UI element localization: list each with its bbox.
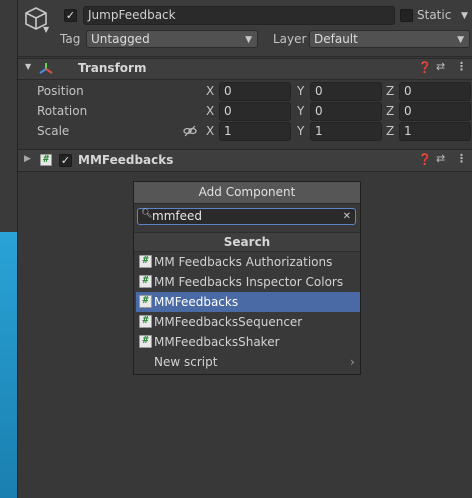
- component-title: MMFeedbacks: [78, 153, 174, 167]
- scene-view-top: [0, 0, 17, 232]
- position-z-field[interactable]: 0: [399, 82, 471, 101]
- more-options-icon[interactable]: ⋮: [456, 152, 467, 165]
- static-dropdown-arrow[interactable]: ▼: [461, 11, 468, 21]
- axis-x-label[interactable]: X: [206, 84, 214, 98]
- rotation-x-field[interactable]: 0: [219, 102, 291, 121]
- rotation-label: Rotation: [37, 104, 88, 118]
- transform-header[interactable]: ▼ Transform ❓ ⇄ ⋮: [18, 58, 472, 80]
- axis-y-label[interactable]: Y: [297, 124, 304, 138]
- position-label: Position: [37, 84, 84, 98]
- link-icon[interactable]: [183, 125, 197, 137]
- scene-view-strip: [0, 0, 17, 498]
- foldout-arrow-icon[interactable]: ▶: [24, 154, 31, 164]
- transform-title: Transform: [78, 61, 147, 75]
- mmfeedbacks-component-header[interactable]: ▶ # ✓ MMFeedbacks ❓ ⇄ ⋮: [18, 149, 472, 172]
- list-item-label: MM Feedbacks Inspector Colors: [154, 275, 344, 289]
- chevron-down-icon: ▼: [245, 35, 252, 45]
- more-options-icon[interactable]: ⋮: [456, 60, 467, 73]
- new-script-item[interactable]: New script ›: [136, 352, 360, 372]
- search-icon: 🔍︎: [141, 209, 153, 219]
- section-title: Search: [134, 232, 360, 252]
- help-icon[interactable]: ❓: [418, 61, 432, 74]
- axis-z-label[interactable]: Z: [386, 124, 394, 138]
- help-icon[interactable]: ❓: [418, 153, 432, 166]
- list-item[interactable]: # MMFeedbacksSequencer: [136, 312, 360, 332]
- object-name-field[interactable]: JumpFeedback: [83, 6, 395, 25]
- axis-y-label[interactable]: Y: [297, 104, 304, 118]
- scale-label: Scale: [37, 124, 70, 138]
- scale-y-field[interactable]: 1: [310, 122, 382, 141]
- axis-y-label[interactable]: Y: [297, 84, 304, 98]
- position-x-field[interactable]: 0: [219, 82, 291, 101]
- foldout-arrow-icon[interactable]: ▼: [25, 62, 31, 71]
- static-label: Static: [417, 8, 452, 22]
- component-enabled-checkbox[interactable]: ✓: [59, 154, 72, 167]
- icon-dropdown-arrow[interactable]: ▼: [43, 25, 49, 34]
- script-icon: #: [139, 315, 152, 328]
- tag-label: Tag: [60, 32, 81, 46]
- transform-icon: [39, 63, 53, 74]
- list-item-label: MMFeedbacksSequencer: [154, 315, 303, 329]
- list-item-selected[interactable]: # MMFeedbacks: [136, 292, 360, 312]
- rotation-z-field[interactable]: 0: [399, 102, 471, 121]
- axis-x-label[interactable]: X: [206, 124, 214, 138]
- list-item[interactable]: # MMFeedbacksShaker: [136, 332, 360, 352]
- scene-view-sky: [0, 232, 17, 498]
- clear-search-icon[interactable]: ✕: [343, 209, 351, 224]
- gameobject-header: ▼ ✓ JumpFeedback Static ▼ Tag Untagged ▼…: [18, 0, 472, 57]
- layer-label: Layer: [273, 32, 307, 46]
- layer-dropdown[interactable]: Default ▼: [309, 30, 470, 48]
- list-item-label: MMFeedbacksShaker: [154, 335, 280, 349]
- static-checkbox[interactable]: [400, 9, 413, 22]
- tag-dropdown[interactable]: Untagged ▼: [86, 30, 258, 48]
- search-input[interactable]: 🔍︎ mmfeed ✕: [137, 208, 356, 225]
- script-icon: #: [139, 295, 152, 308]
- add-component-button[interactable]: Add Component: [134, 182, 360, 204]
- list-item-label: MM Feedbacks Authorizations: [154, 255, 333, 269]
- presets-icon[interactable]: ⇄: [436, 60, 445, 73]
- script-icon: #: [139, 255, 152, 268]
- list-item[interactable]: # MM Feedbacks Inspector Colors: [136, 272, 360, 292]
- add-component-popup: Add Component 🔍︎ mmfeed ✕ Search # MM Fe…: [133, 181, 361, 375]
- list-item-label: MMFeedbacks: [154, 295, 239, 309]
- transform-rows: Position X 0 Y 0 Z 0 Rotation X 0 Y 0 Z …: [18, 80, 472, 146]
- active-checkbox[interactable]: ✓: [64, 9, 77, 22]
- script-icon: #: [40, 154, 52, 166]
- new-script-label: New script: [154, 355, 218, 369]
- axis-x-label[interactable]: X: [206, 104, 214, 118]
- presets-icon[interactable]: ⇄: [436, 152, 445, 165]
- chevron-right-icon: ›: [350, 355, 355, 369]
- axis-z-label[interactable]: Z: [386, 84, 394, 98]
- layer-value: Default: [314, 32, 358, 46]
- tag-value: Untagged: [91, 32, 150, 46]
- script-icon: #: [139, 335, 152, 348]
- axis-z-label[interactable]: Z: [386, 104, 394, 118]
- scale-x-field[interactable]: 1: [219, 122, 291, 141]
- rotation-y-field[interactable]: 0: [310, 102, 382, 121]
- script-icon: #: [139, 275, 152, 288]
- chevron-down-icon: ▼: [457, 35, 464, 45]
- list-item[interactable]: # MM Feedbacks Authorizations: [136, 252, 360, 272]
- scale-z-field[interactable]: 1: [399, 122, 471, 141]
- position-y-field[interactable]: 0: [310, 82, 382, 101]
- search-input-value: mmfeed: [152, 209, 202, 223]
